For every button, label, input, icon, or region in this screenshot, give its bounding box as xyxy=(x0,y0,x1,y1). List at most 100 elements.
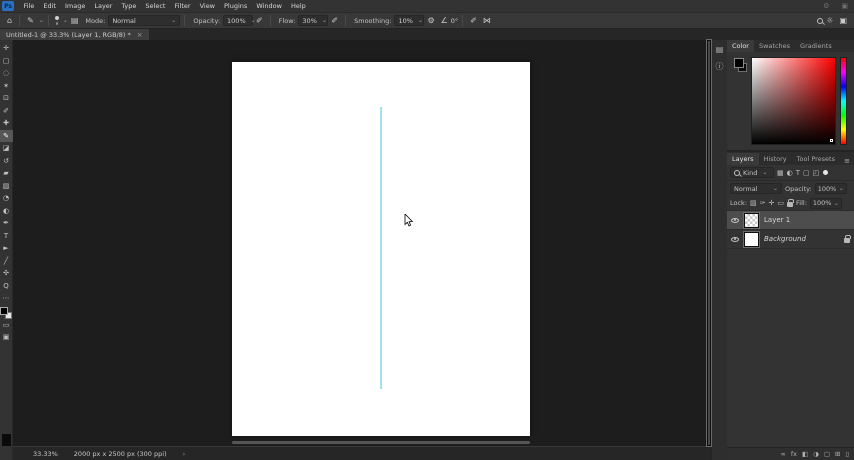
lock-pixels-icon[interactable]: ✑ xyxy=(760,199,766,207)
layer-row-layer-1[interactable]: Layer 1 xyxy=(727,211,854,230)
foreground-color-swatch[interactable] xyxy=(0,306,8,315)
link-layers-icon[interactable]: ∞ xyxy=(780,450,785,458)
opacity-select[interactable]: 100% ⌄ xyxy=(223,15,256,26)
layer-blend-mode-select[interactable]: Normal ⌄ xyxy=(730,183,782,194)
horizontal-scrollbar[interactable] xyxy=(232,441,530,444)
gradient-tool[interactable]: ▨ xyxy=(0,180,13,193)
layer-name[interactable]: Background xyxy=(764,235,806,243)
smoothing-options-gear-icon[interactable]: ⚙ xyxy=(424,16,437,25)
filter-type-icon[interactable]: T xyxy=(796,169,800,177)
tab-history[interactable]: History xyxy=(759,153,792,165)
menu-help[interactable]: Help xyxy=(286,0,310,12)
smoothing-select[interactable]: 10% ⌄ xyxy=(394,15,425,26)
layer-opacity-select[interactable]: 100% ⌄ xyxy=(814,183,847,194)
symmetry-icon[interactable]: ⋈ xyxy=(480,16,494,25)
settings-icon[interactable]: ⚙ xyxy=(817,2,835,10)
vertical-scrollbar[interactable] xyxy=(706,39,712,447)
crop-tool[interactable]: ⊡ xyxy=(0,92,13,105)
hue-slider[interactable] xyxy=(840,57,847,145)
collapsed-panel-icon[interactable]: ▤ xyxy=(716,45,724,54)
adjustment-layer-icon[interactable]: ◑ xyxy=(813,450,819,458)
menu-edit[interactable]: Edit xyxy=(39,0,61,12)
new-group-icon[interactable]: ▢ xyxy=(824,450,830,458)
brush-angle-icon[interactable]: ∠ xyxy=(438,16,451,25)
history-brush-tool[interactable]: ↺ xyxy=(0,155,13,168)
brush-tool[interactable]: ✎ xyxy=(0,129,13,142)
menu-file[interactable]: File xyxy=(19,0,39,12)
menu-plugins[interactable]: Plugins xyxy=(220,0,252,12)
foreground-background-swatches[interactable] xyxy=(0,306,12,319)
workspace-switcher-icon[interactable]: ▣ xyxy=(836,16,850,25)
canvas-area[interactable] xyxy=(13,39,712,447)
filter-toggle[interactable] xyxy=(823,170,829,175)
layer-mask-icon[interactable]: ◧ xyxy=(802,450,808,458)
object-selection-tool[interactable]: ✶ xyxy=(0,80,13,93)
menu-layer[interactable]: Layer xyxy=(90,0,117,12)
color-panel-swatches[interactable] xyxy=(733,57,751,145)
dodge-tool[interactable]: ◐ xyxy=(0,205,13,218)
chevron-down-icon[interactable]: ⌄ xyxy=(39,17,44,24)
filter-shape-icon[interactable]: ▢ xyxy=(803,169,810,177)
hand-tool[interactable]: ✣ xyxy=(0,267,13,280)
menu-image[interactable]: Image xyxy=(60,0,89,12)
airbrush-icon[interactable]: ✐ xyxy=(328,16,341,25)
lasso-tool[interactable]: ◌ xyxy=(0,67,13,80)
menu-filter[interactable]: Filter xyxy=(170,0,195,12)
tab-tool-presets[interactable]: Tool Presets xyxy=(792,153,840,165)
quick-mask-icon[interactable]: ▭ xyxy=(0,319,13,332)
path-selection-tool[interactable]: ► xyxy=(0,242,13,255)
line-tool[interactable]: ╱ xyxy=(0,255,13,268)
menu-type[interactable]: Type xyxy=(117,0,141,12)
lock-transparency-icon[interactable]: ▨ xyxy=(750,199,757,207)
layer-thumbnail[interactable] xyxy=(743,230,760,248)
zoom-level[interactable]: 33.33% xyxy=(33,450,58,458)
blend-mode-select[interactable]: Normal ⌄ xyxy=(108,15,181,26)
flow-select[interactable]: 30% ⌄ xyxy=(298,15,329,26)
zoom-tool[interactable]: Q xyxy=(0,280,13,293)
type-tool[interactable]: T xyxy=(0,230,13,243)
close-tab-icon[interactable]: × xyxy=(137,31,143,39)
healing-brush-tool[interactable]: ✚ xyxy=(0,117,13,130)
visibility-eye-icon[interactable] xyxy=(731,217,739,223)
menu-select[interactable]: Select xyxy=(141,0,170,12)
brush-preset-picker[interactable] xyxy=(53,16,61,25)
panel-menu-icon[interactable]: ≡ xyxy=(840,157,854,165)
tab-gradients[interactable]: Gradients xyxy=(795,40,837,52)
filter-pixel-icon[interactable]: ▦ xyxy=(777,169,784,177)
visibility-eye-icon[interactable] xyxy=(731,236,739,242)
layer-fill-select[interactable]: 100% ⌄ xyxy=(809,197,842,209)
marquee-tool[interactable]: ▢ xyxy=(0,55,13,68)
clone-stamp-tool[interactable]: ◪ xyxy=(0,142,13,155)
tab-color[interactable]: Color xyxy=(727,40,754,52)
new-layer-icon[interactable]: ⊞ xyxy=(835,450,840,458)
menu-window[interactable]: Window xyxy=(252,0,287,12)
saturation-brightness-field[interactable] xyxy=(751,57,836,145)
eyedropper-tool[interactable]: ✐ xyxy=(0,105,13,118)
layer-name[interactable]: Layer 1 xyxy=(764,216,790,224)
home-icon[interactable]: ⌂ xyxy=(4,16,15,25)
search-icon[interactable] xyxy=(817,17,824,24)
layer-row-background[interactable]: Background xyxy=(727,230,854,249)
toggle-brush-panel-icon[interactable]: ▤ xyxy=(68,16,82,25)
lock-position-icon[interactable]: ✛ xyxy=(769,199,775,207)
filter-kind-select[interactable]: Kind ⌄ xyxy=(730,167,774,178)
delete-layer-icon[interactable]: ▯ xyxy=(845,450,849,458)
pressure-size-icon[interactable]: ✐ xyxy=(467,16,480,25)
status-chevron-icon[interactable]: › xyxy=(183,450,186,458)
screen-mode-icon[interactable]: ▣ xyxy=(0,331,13,344)
move-tool[interactable]: ✛ xyxy=(0,42,13,55)
filter-adjustment-icon[interactable]: ◐ xyxy=(787,169,793,177)
pressure-opacity-icon[interactable]: ✐ xyxy=(253,16,266,25)
lock-artboard-icon[interactable]: ▭ xyxy=(777,199,784,207)
menu-view[interactable]: View xyxy=(195,0,219,12)
filter-smart-object-icon[interactable]: ◰ xyxy=(813,169,820,177)
document-canvas[interactable] xyxy=(232,62,530,436)
lock-all-icon[interactable] xyxy=(787,199,794,207)
layer-thumbnail[interactable] xyxy=(743,211,760,229)
foreground-color-swatch[interactable] xyxy=(734,58,744,68)
tab-layers[interactable]: Layers xyxy=(727,153,759,165)
brush-tool-icon[interactable]: ✎ xyxy=(24,16,37,25)
blur-tool[interactable]: ◔ xyxy=(0,192,13,205)
info-panel-icon[interactable]: ⓘ xyxy=(716,61,724,72)
restore-window-icon[interactable]: ▣ xyxy=(835,2,854,10)
